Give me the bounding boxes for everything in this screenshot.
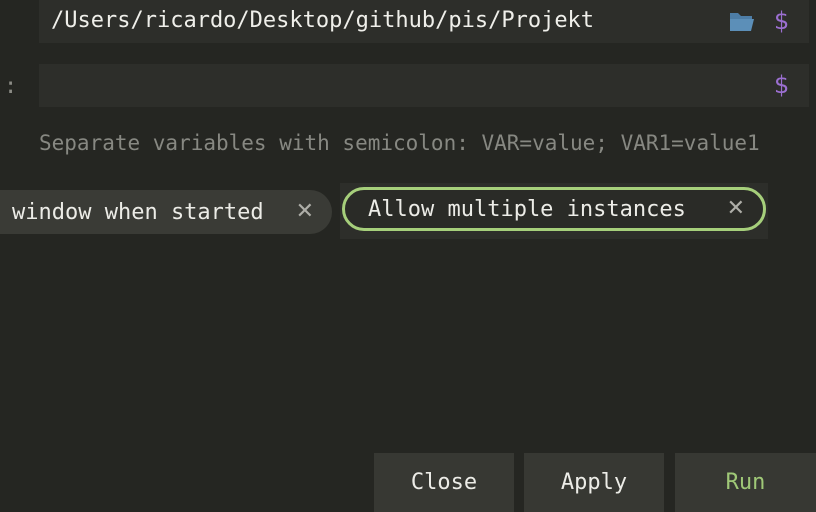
- working-directory-field[interactable]: /Users/ricardo/Desktop/github/pis/Projek…: [39, 0, 809, 43]
- run-button[interactable]: Run: [675, 453, 816, 512]
- options-chip-row: window when started ✕ Allow multiple ins…: [0, 183, 816, 241]
- close-icon[interactable]: ✕: [727, 196, 745, 222]
- environment-label-fragment: :: [4, 74, 18, 99]
- option-chip-label: Allow multiple instances: [368, 196, 686, 222]
- apply-button[interactable]: Apply: [524, 453, 664, 512]
- folder-open-icon[interactable]: [728, 9, 756, 33]
- environment-variables-field[interactable]: $: [39, 64, 809, 107]
- dollar-icon[interactable]: $: [774, 5, 789, 37]
- working-directory-value[interactable]: /Users/ricardo/Desktop/github/pis/Projek…: [51, 7, 594, 35]
- option-chip-label: window when started: [12, 199, 264, 225]
- dollar-icon[interactable]: $: [774, 69, 789, 101]
- close-button[interactable]: Close: [374, 453, 514, 512]
- option-chip-allow-multiple-instances[interactable]: Allow multiple instances ✕: [342, 187, 766, 231]
- option-chip-window-when-started[interactable]: window when started ✕: [0, 190, 332, 234]
- environment-hint: Separate variables with semicolon: VAR=v…: [39, 131, 760, 155]
- close-icon[interactable]: ✕: [296, 199, 314, 225]
